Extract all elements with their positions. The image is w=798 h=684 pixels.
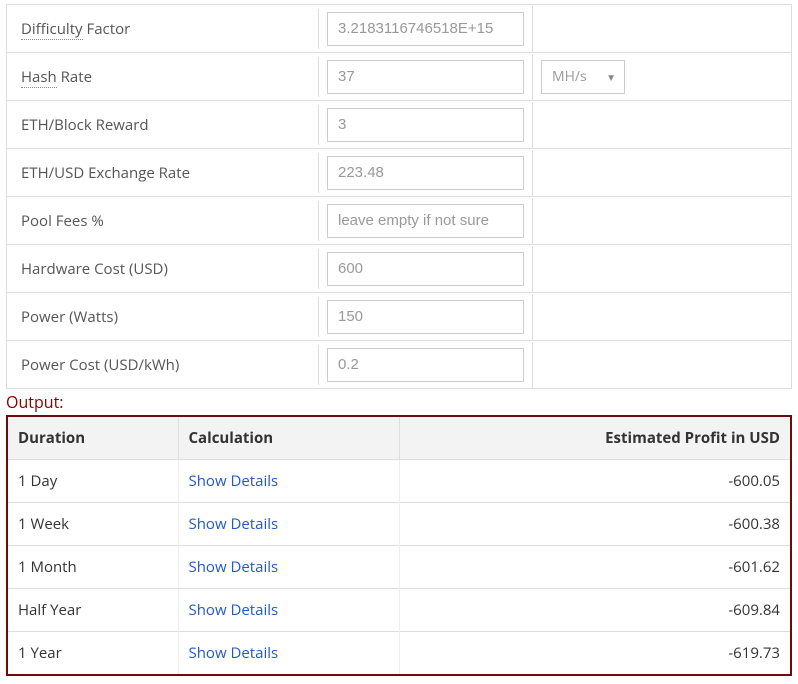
cell-profit: -600.05 (399, 460, 790, 503)
cell-calculation: Show Details (178, 460, 399, 503)
row-block-reward: ETH/Block Reward (7, 101, 791, 149)
input-hashrate[interactable] (327, 60, 524, 94)
table-row: Half Year Show Details -609.84 (8, 589, 790, 632)
input-exchange[interactable] (327, 156, 524, 190)
show-details-link[interactable]: Show Details (189, 643, 279, 663)
input-power-cost[interactable] (327, 348, 524, 382)
cell-duration: Half Year (8, 589, 178, 632)
label-power-cost: Power Cost (USD/kWh) (7, 345, 319, 385)
table-row: 1 Day Show Details -600.05 (8, 460, 790, 503)
select-hashrate-unit-value: MH/s (552, 67, 587, 86)
col-calculation: Calculation (178, 417, 399, 460)
table-row: 1 Month Show Details -601.62 (8, 546, 790, 589)
select-hashrate-unit[interactable]: MH/s ▼ (541, 60, 625, 94)
label-hardware: Hardware Cost (USD) (7, 249, 319, 289)
input-power[interactable] (327, 300, 524, 334)
cell-profit: -609.84 (399, 589, 790, 632)
table-row: 1 Year Show Details -619.73 (8, 632, 790, 675)
table-row: 1 Week Show Details -600.38 (8, 503, 790, 546)
row-hashrate: Hash Rate MH/s ▼ (7, 53, 791, 101)
row-difficulty: Difficulty Factor (7, 5, 791, 53)
show-details-link[interactable]: Show Details (189, 471, 279, 491)
label-block-reward: ETH/Block Reward (7, 105, 319, 145)
show-details-link[interactable]: Show Details (189, 514, 279, 534)
input-block-reward[interactable] (327, 108, 524, 142)
cell-duration: 1 Day (8, 460, 178, 503)
cell-profit: -600.38 (399, 503, 790, 546)
cell-profit: -601.62 (399, 546, 790, 589)
output-table: Duration Calculation Estimated Profit in… (8, 417, 790, 674)
label-exchange: ETH/USD Exchange Rate (7, 153, 319, 193)
input-difficulty[interactable] (327, 12, 524, 46)
label-hashrate: Hash Rate (7, 57, 319, 97)
show-details-link[interactable]: Show Details (189, 600, 279, 620)
show-details-link[interactable]: Show Details (189, 557, 279, 577)
row-power-cost: Power Cost (USD/kWh) (7, 341, 791, 389)
row-hardware: Hardware Cost (USD) (7, 245, 791, 293)
cell-duration: 1 Month (8, 546, 178, 589)
cell-profit: -619.73 (399, 632, 790, 675)
label-power: Power (Watts) (7, 297, 319, 337)
label-pool-fees: Pool Fees % (7, 201, 319, 241)
cell-calculation: Show Details (178, 632, 399, 675)
cell-duration: 1 Week (8, 503, 178, 546)
cell-calculation: Show Details (178, 503, 399, 546)
output-heading: Output: (6, 391, 792, 413)
col-duration: Duration (8, 417, 178, 460)
input-pool-fees[interactable] (327, 204, 524, 238)
input-hardware[interactable] (327, 252, 524, 286)
row-pool-fees: Pool Fees % (7, 197, 791, 245)
col-profit: Estimated Profit in USD (399, 417, 790, 460)
cell-calculation: Show Details (178, 546, 399, 589)
cell-duration: 1 Year (8, 632, 178, 675)
input-parameters-table: Difficulty Factor Hash Rate MH/s ▼ ETH/B… (6, 4, 792, 389)
row-exchange: ETH/USD Exchange Rate (7, 149, 791, 197)
chevron-down-icon: ▼ (606, 70, 616, 84)
row-power: Power (Watts) (7, 293, 791, 341)
label-difficulty: Difficulty Factor (7, 9, 319, 49)
output-table-container: Duration Calculation Estimated Profit in… (6, 415, 792, 676)
cell-calculation: Show Details (178, 589, 399, 632)
